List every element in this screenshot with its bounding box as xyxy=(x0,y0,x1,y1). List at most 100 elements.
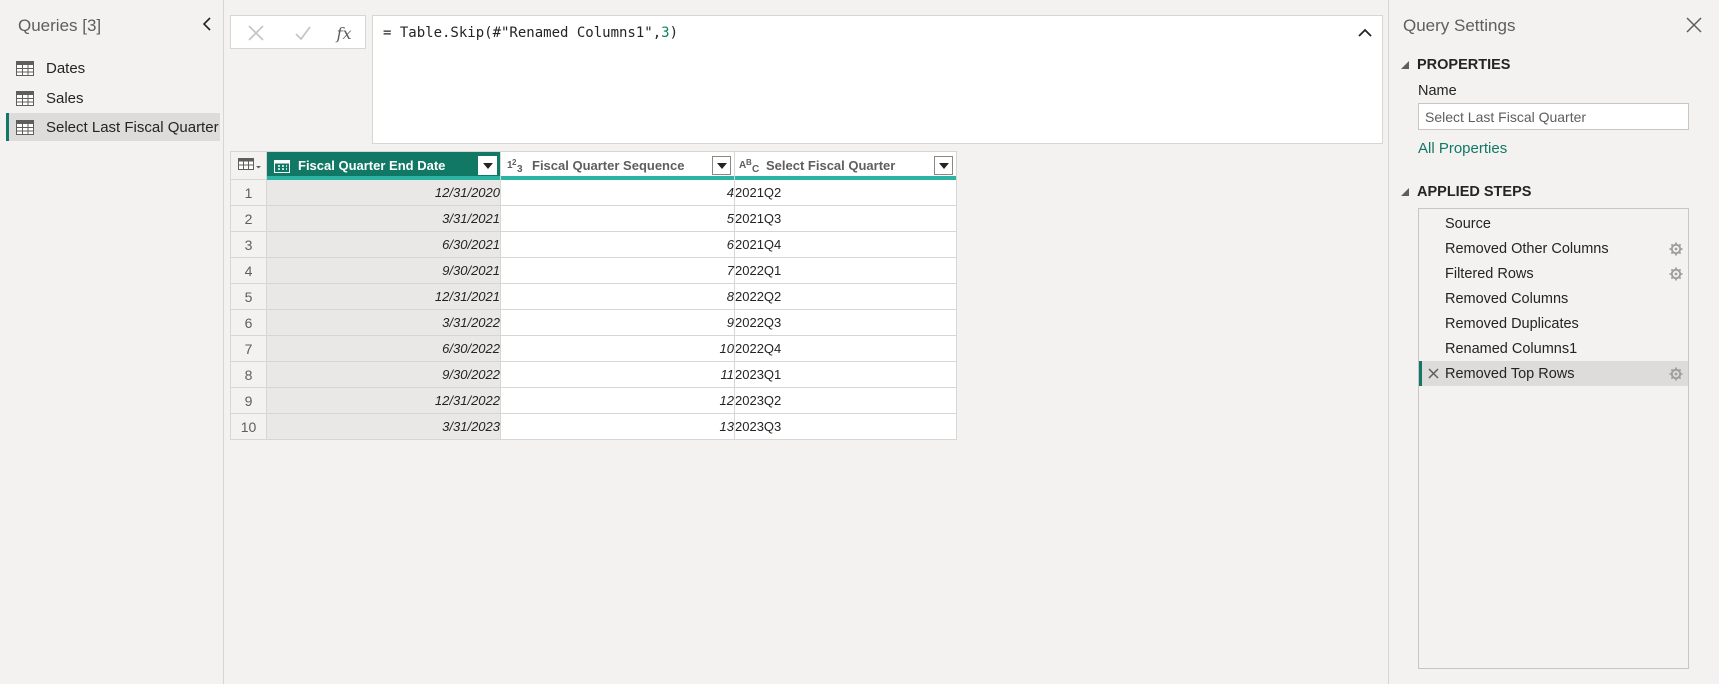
column-filter-button[interactable] xyxy=(712,156,731,175)
cell-date[interactable]: 9/30/2021 xyxy=(266,257,501,284)
step-removed-columns[interactable]: Removed Columns xyxy=(1419,286,1688,311)
row-number[interactable]: 5 xyxy=(230,283,267,310)
cell-quarter[interactable]: 2022Q3 xyxy=(734,309,957,336)
table-row: 9 12/31/2022 12 2023Q2 xyxy=(230,387,957,414)
collapse-triangle-icon xyxy=(1401,61,1411,69)
cell-sequence[interactable]: 11 xyxy=(500,361,735,388)
row-number[interactable]: 10 xyxy=(230,413,267,440)
close-query-settings-button[interactable] xyxy=(1683,14,1705,36)
cell-date[interactable]: 12/31/2020 xyxy=(266,179,501,206)
step-settings-button[interactable] xyxy=(1664,267,1688,281)
cell-quarter[interactable]: 2023Q2 xyxy=(734,387,957,414)
step-settings-button[interactable] xyxy=(1664,242,1688,256)
cell-quarter[interactable]: 2023Q3 xyxy=(734,413,957,440)
cell-sequence[interactable]: 12 xyxy=(500,387,735,414)
formula-suffix: ) xyxy=(669,25,679,41)
row-number[interactable]: 4 xyxy=(230,257,267,284)
cell-sequence[interactable]: 7 xyxy=(500,257,735,284)
column-header-fiscal-quarter-sequence[interactable]: 123 Fiscal Quarter Sequence xyxy=(500,151,735,180)
cell-sequence[interactable]: 10 xyxy=(500,335,735,362)
row-number[interactable]: 3 xyxy=(230,231,267,258)
cell-date[interactable]: 3/31/2021 xyxy=(266,205,501,232)
query-item-dates[interactable]: Dates xyxy=(6,54,220,82)
svg-text:3: 3 xyxy=(517,164,523,174)
column-header-label: Select Fiscal Quarter xyxy=(766,158,896,173)
cell-quarter[interactable]: 2021Q4 xyxy=(734,231,957,258)
cell-date[interactable]: 3/31/2022 xyxy=(266,309,501,336)
query-item-sales[interactable]: Sales xyxy=(6,84,220,112)
cell-quarter[interactable]: 2022Q1 xyxy=(734,257,957,284)
step-label: Renamed Columns1 xyxy=(1445,340,1578,357)
chevron-up-icon xyxy=(1358,28,1372,37)
table-row: 1 12/31/2020 4 2021Q2 xyxy=(230,179,957,206)
cell-date[interactable]: 12/31/2021 xyxy=(266,283,501,310)
step-settings-button[interactable] xyxy=(1664,367,1688,381)
column-filter-button[interactable] xyxy=(478,156,497,175)
cell-quarter[interactable]: 2021Q2 xyxy=(734,179,957,206)
row-number[interactable]: 8 xyxy=(230,361,267,388)
query-item-label: Dates xyxy=(46,59,86,77)
date-type-icon[interactable] xyxy=(270,158,294,174)
column-header-fiscal-quarter-end-date[interactable]: Fiscal Quarter End Date xyxy=(266,151,501,180)
formula-prefix: = Table.Skip(#"Renamed Columns1", xyxy=(383,25,662,41)
cell-sequence[interactable]: 8 xyxy=(500,283,735,310)
row-number[interactable]: 1 xyxy=(230,179,267,206)
data-grid: Fiscal Quarter End Date 123 Fiscal Quart… xyxy=(230,151,957,440)
step-removed-top-rows[interactable]: Removed Top Rows xyxy=(1419,361,1688,386)
commit-formula-button[interactable] xyxy=(292,23,314,43)
collapse-formula-button[interactable] xyxy=(1354,24,1376,42)
table-row: 6 3/31/2022 9 2022Q3 xyxy=(230,309,957,336)
insert-function-button[interactable]: fx xyxy=(333,23,355,43)
cell-date[interactable]: 9/30/2022 xyxy=(266,361,501,388)
cell-quarter[interactable]: 2023Q1 xyxy=(734,361,957,388)
delete-step-button[interactable] xyxy=(1422,368,1445,379)
column-quality-bar xyxy=(735,176,956,180)
table-menu-button[interactable] xyxy=(230,151,267,180)
row-number[interactable]: 2 xyxy=(230,205,267,232)
row-number[interactable]: 7 xyxy=(230,335,267,362)
query-name-input[interactable] xyxy=(1418,103,1689,130)
cell-date[interactable]: 3/31/2023 xyxy=(266,413,501,440)
cell-sequence[interactable]: 9 xyxy=(500,309,735,336)
column-header-select-fiscal-quarter[interactable]: ABC Select Fiscal Quarter xyxy=(734,151,957,180)
formula-text[interactable]: = Table.Skip(#"Renamed Columns1",3) xyxy=(383,25,678,41)
chevron-left-icon xyxy=(202,17,211,31)
table-row: 5 12/31/2021 8 2022Q2 xyxy=(230,283,957,310)
x-icon xyxy=(248,25,264,41)
cancel-formula-button[interactable] xyxy=(245,23,267,43)
table-icon xyxy=(16,60,34,76)
cell-quarter[interactable]: 2022Q2 xyxy=(734,283,957,310)
cell-sequence[interactable]: 4 xyxy=(500,179,735,206)
dropdown-arrow-icon xyxy=(938,162,949,169)
cell-date[interactable]: 6/30/2021 xyxy=(266,231,501,258)
applied-steps-section-toggle[interactable]: APPLIED STEPS xyxy=(1401,184,1531,200)
cell-sequence[interactable]: 13 xyxy=(500,413,735,440)
step-removed-duplicates[interactable]: Removed Duplicates xyxy=(1419,311,1688,336)
table-icon xyxy=(16,119,34,135)
query-settings-pane: Query Settings PROPERTIES Name All Prope… xyxy=(1388,0,1719,684)
formula-editor[interactable]: = Table.Skip(#"Renamed Columns1",3) xyxy=(372,15,1383,144)
cell-date[interactable]: 6/30/2022 xyxy=(266,335,501,362)
name-label: Name xyxy=(1418,83,1457,99)
query-item-select-last-fiscal-quarter[interactable]: Select Last Fiscal Quarter xyxy=(6,113,220,141)
cell-quarter[interactable]: 2022Q4 xyxy=(734,335,957,362)
properties-section-toggle[interactable]: PROPERTIES xyxy=(1401,57,1510,73)
step-renamed-columns1[interactable]: Renamed Columns1 xyxy=(1419,336,1688,361)
text-type-icon[interactable]: ABC xyxy=(738,158,762,174)
cell-date[interactable]: 12/31/2022 xyxy=(266,387,501,414)
cell-quarter[interactable]: 2021Q3 xyxy=(734,205,957,232)
step-removed-other-columns[interactable]: Removed Other Columns xyxy=(1419,236,1688,261)
cell-sequence[interactable]: 5 xyxy=(500,205,735,232)
cell-sequence[interactable]: 6 xyxy=(500,231,735,258)
number-type-icon[interactable]: 123 xyxy=(504,158,528,174)
step-filtered-rows[interactable]: Filtered Rows xyxy=(1419,261,1688,286)
column-filter-button[interactable] xyxy=(934,156,953,175)
row-number[interactable]: 9 xyxy=(230,387,267,414)
all-properties-link[interactable]: All Properties xyxy=(1418,140,1507,157)
column-quality-bar xyxy=(501,176,734,180)
collapse-queries-button[interactable] xyxy=(198,14,216,34)
queries-pane-title: Queries [3] xyxy=(18,16,102,35)
dropdown-arrow-icon xyxy=(482,162,493,169)
row-number[interactable]: 6 xyxy=(230,309,267,336)
step-source[interactable]: Source xyxy=(1419,211,1688,236)
